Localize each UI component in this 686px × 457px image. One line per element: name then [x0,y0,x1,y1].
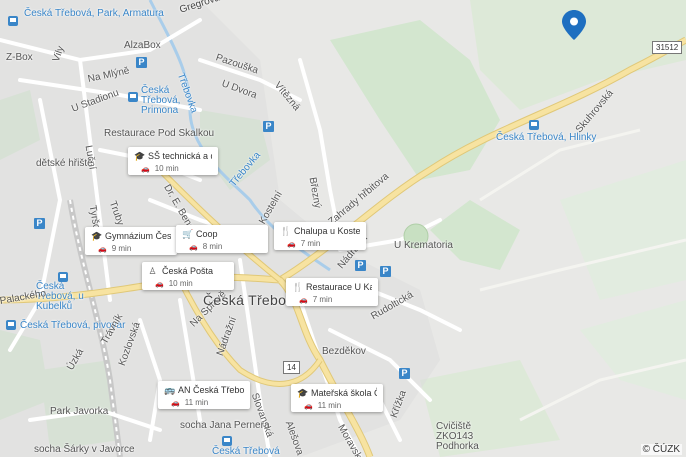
bus-stop-icon[interactable] [6,320,16,330]
restaurant-icon: 🍴 [280,225,292,236]
road-number-14: 14 [283,361,300,374]
krematorium-label: U Krematoria [394,240,453,251]
poi-card[interactable]: 🍴Restaurace U Kat... 🚗 7 min [286,278,378,306]
parking-icon[interactable]: P [355,260,366,271]
car-icon: 🚗 [141,165,150,173]
poi-card[interactable]: 🎓Gymnázium Česk... 🚗 9 min [85,227,177,255]
zbox-label: Z-Box [6,52,33,63]
poi-travel-time: 8 min [202,242,223,251]
poi-name: Coop [196,229,218,239]
statue-label-jan-perner: socha Jana Pernera [180,420,270,431]
park-javorka-label: Park Javorka [50,406,109,417]
restaurant-icon: 🍴 [292,281,304,292]
car-icon: 🚗 [171,399,180,407]
bus-stop-icon[interactable] [222,436,232,446]
school-icon: 🎓 [91,230,103,241]
poi-travel-time: 10 min [168,279,193,288]
parking-icon[interactable]: P [34,218,45,229]
school-icon: 🎓 [297,387,309,398]
poi-name: Restaurace U Kat... [306,282,372,292]
poi-name: AN Česká Třebová [178,385,244,395]
poi-name: Gymnázium Česk... [105,231,171,241]
bus-stop-icon[interactable] [58,272,68,282]
poi-travel-time: 11 min [317,401,342,410]
street-label-bezdekov: Bezděkov [322,346,366,357]
poi-travel-time: 7 min [312,295,333,304]
car-icon: 🚗 [98,245,107,253]
parking-icon[interactable]: P [136,57,147,68]
parking-icon[interactable]: P [399,368,410,379]
car-icon: 🚗 [304,402,313,410]
poi-travel-time: 7 min [300,239,321,248]
poi-card[interactable]: ♙ Česká Pošta 🚗 10 min [142,262,234,290]
poi-name: SŠ technická a do... [148,151,212,161]
school-icon: 🎓 [134,150,146,161]
poi-name: Mateřská škola Č... [311,388,377,398]
car-icon: 🚗 [189,243,198,251]
poi-card[interactable]: 🛒 Coop 🚗 8 min [176,225,268,253]
car-icon: 🚗 [299,296,308,304]
parking-icon[interactable]: P [263,121,274,132]
parking-icon[interactable]: P [380,266,391,277]
bus-stop-icon[interactable] [128,92,138,102]
poi-travel-time: 9 min [111,244,132,253]
restaurant-label-pod-skalkou: Restaurace Pod Skalkou [104,128,215,139]
post-icon: ♙ [148,265,157,276]
bus-stop-icon[interactable] [529,120,539,130]
poi-card[interactable]: 🍴Chalupa u Kostelí... 🚗 7 min [274,222,366,250]
bus-stop-label-nadrazi: Česká Třebová [212,446,280,457]
poi-travel-time: 11 min [184,398,209,407]
road-number-31512: 31512 [652,41,683,54]
poi-travel-time: 10 min [154,164,179,173]
poi-card[interactable]: 🚌AN Česká Třebová 🚗 11 min [158,381,250,409]
bus-stop-label-primona: Česká Třebová, Primona [141,85,181,116]
training-ground-label: Cvičiště ZKO143 Podhorka [436,421,479,452]
alzabox-label: AlzaBox [124,40,161,51]
copyright-notice: © ČÚZK [640,444,682,455]
playground-label: dětské hřiště [36,158,93,169]
map-canvas[interactable]: Česká Třebová, Park, Armatura Gregrova A… [0,0,686,457]
location-pin-icon[interactable] [562,10,586,40]
car-icon: 🚗 [287,240,296,248]
bus-stop-icon[interactable] [8,16,18,26]
bus-stop-label-park: Česká Třebová, Park, Armatura [24,8,164,19]
poi-name: Chalupa u Kostelí... [294,226,360,236]
cart-icon: 🛒 [182,228,194,239]
poi-name: Česká Pošta [162,266,214,276]
poi-card[interactable]: 🎓Mateřská škola Č... 🚗 11 min [291,384,383,412]
statue-label-sarka: socha Šárky v Javorce [34,444,135,455]
bus-icon: 🚌 [164,384,176,395]
poi-card[interactable]: 🎓SŠ technická a do... 🚗 10 min [128,147,218,175]
car-icon: 🚗 [155,280,164,288]
